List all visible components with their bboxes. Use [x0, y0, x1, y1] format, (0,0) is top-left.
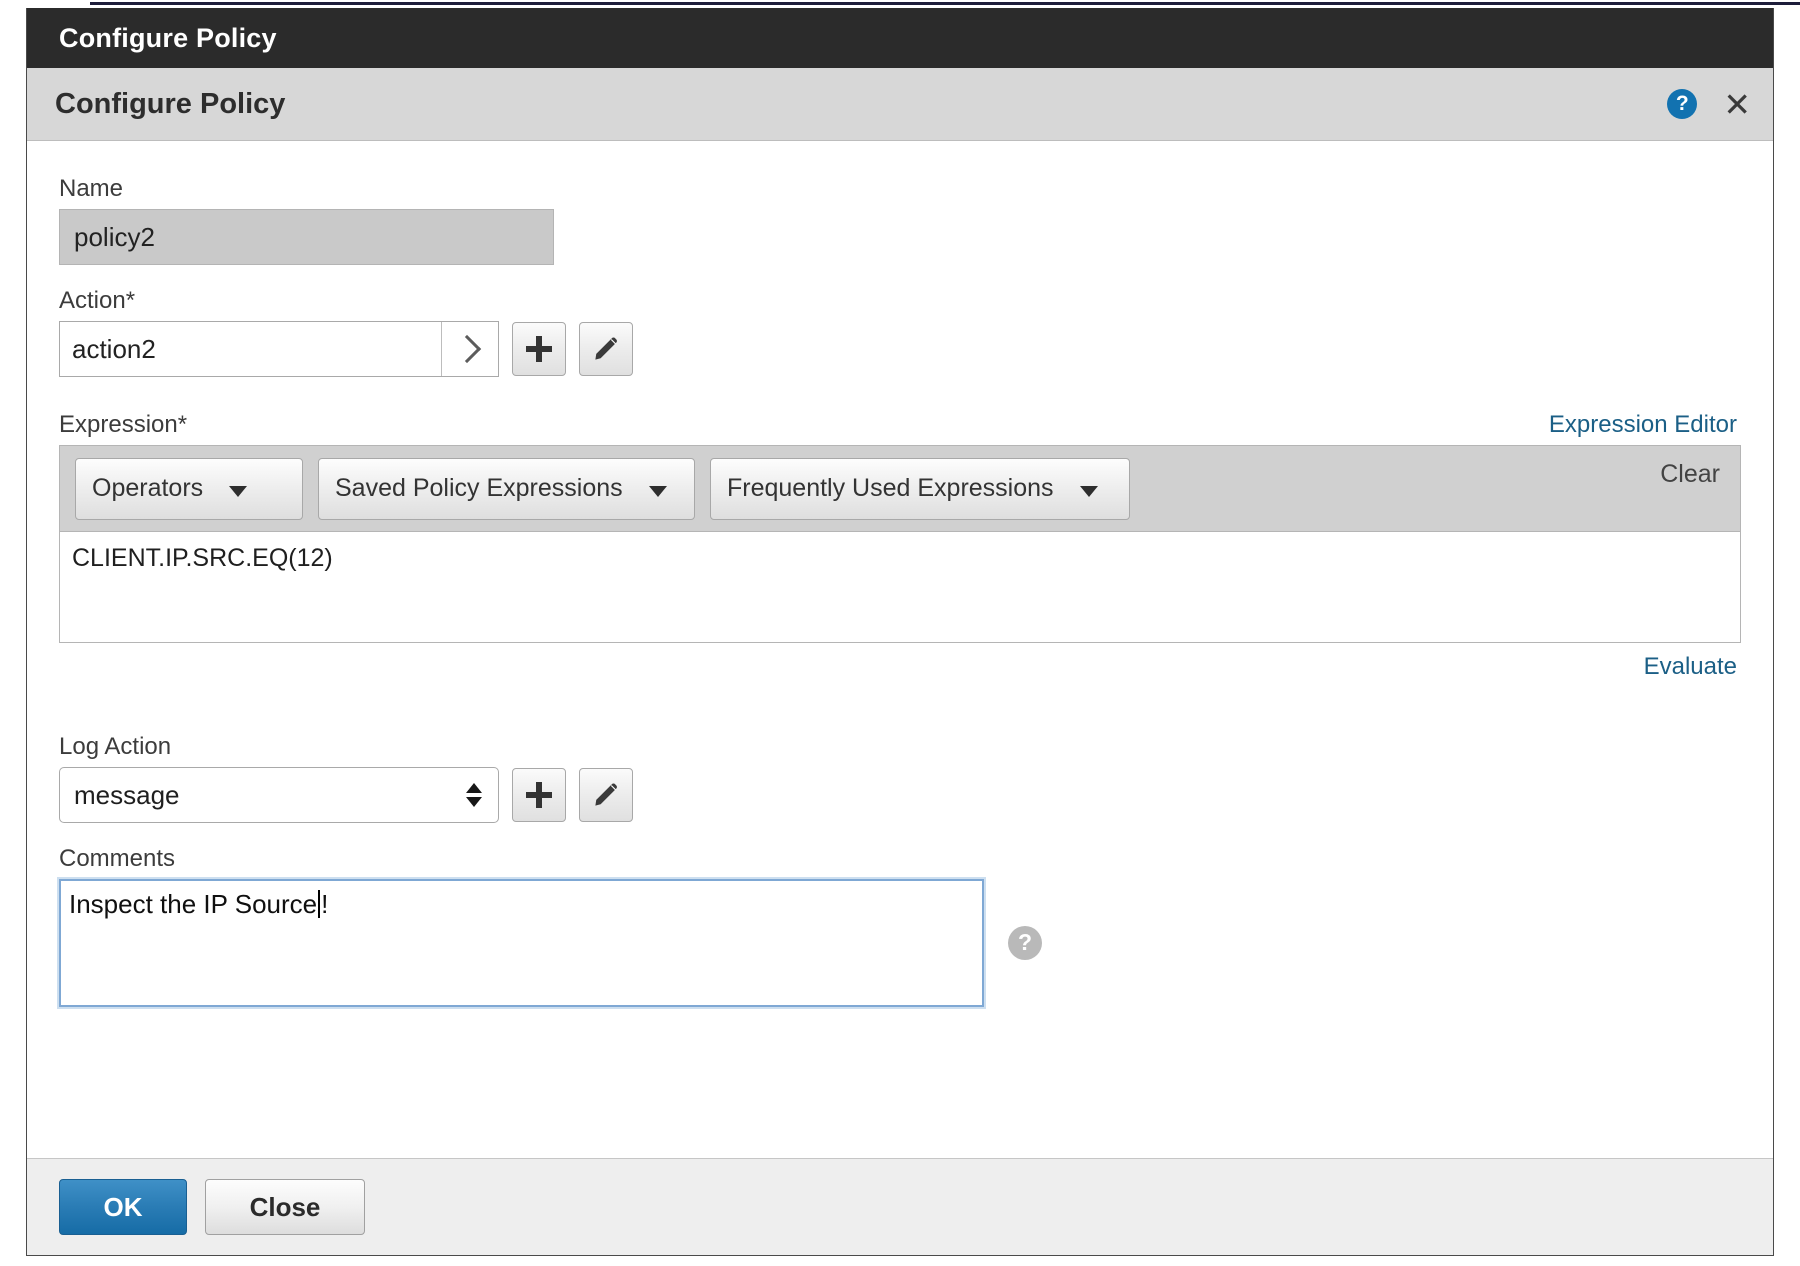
window-title: Configure Policy [59, 22, 277, 53]
clear-expression-link[interactable]: Clear [1660, 460, 1720, 489]
log-action-row: message [59, 767, 1741, 823]
action-field-group: Action* action2 [59, 287, 1741, 377]
expression-toolbar: Operators Saved Policy Expressions Frequ… [59, 445, 1741, 531]
spinner-up-glyph [466, 783, 482, 793]
spinner-updown-icon [466, 783, 482, 807]
plus-icon [526, 336, 552, 362]
dialog-body: Name policy2 Action* action2 Expression*… [27, 141, 1773, 1158]
frequently-used-expressions-dropdown[interactable]: Frequently Used Expressions [710, 457, 1130, 520]
chevron-right-glyph [452, 334, 482, 364]
close-button[interactable]: Close [205, 1179, 365, 1235]
header-actions: ? ✕ [1667, 68, 1751, 140]
configure-policy-dialog: Configure Policy Configure Policy ? ✕ Na… [26, 8, 1774, 1256]
action-label: Action* [59, 287, 136, 314]
frequently-used-expressions-dropdown-label: Frequently Used Expressions [727, 474, 1054, 502]
log-action-field-group: Log Action message [59, 733, 1741, 823]
add-action-button[interactable] [512, 322, 566, 376]
log-action-selected-value: message [74, 779, 180, 810]
comments-help-icon[interactable]: ? [1008, 926, 1042, 960]
comments-value: Inspect the IP Source [69, 889, 318, 919]
chevron-down-icon [648, 486, 667, 497]
edit-log-action-button[interactable] [579, 768, 633, 822]
comments-label: Comments [59, 845, 176, 872]
pencil-icon [595, 783, 617, 806]
text-caret [318, 890, 321, 918]
log-action-select[interactable]: message [59, 767, 499, 823]
help-icon[interactable]: ? [1667, 89, 1698, 119]
comments-row: Inspect the IP Source! ? [59, 879, 1741, 1007]
expression-textarea[interactable]: CLIENT.IP.SRC.EQ(12) [59, 531, 1741, 643]
chevron-right-icon[interactable] [442, 322, 498, 376]
comments-field-group: Comments Inspect the IP Source! ? [59, 845, 1741, 1007]
chevron-down-icon [1079, 486, 1098, 497]
close-icon[interactable]: ✕ [1723, 88, 1751, 121]
name-label: Name [59, 175, 124, 202]
expression-field-group: Expression* Expression Editor Operators … [59, 411, 1741, 681]
plus-icon [526, 782, 552, 808]
saved-policy-expressions-dropdown-label: Saved Policy Expressions [335, 474, 623, 502]
screen: Configure Policy Configure Policy ? ✕ Na… [0, 0, 1800, 1266]
comments-textarea[interactable]: Inspect the IP Source! [59, 879, 984, 1007]
window-top-strip [0, 0, 1800, 8]
evaluate-link[interactable]: Evaluate [1644, 653, 1737, 681]
expression-editor-link[interactable]: Expression Editor [1549, 411, 1741, 439]
edit-action-button[interactable] [579, 322, 633, 376]
chevron-down-icon [229, 486, 248, 497]
evaluate-row: Evaluate [59, 653, 1741, 681]
form-container: Name policy2 Action* action2 Expression*… [59, 175, 1741, 1007]
add-log-action-button[interactable] [512, 768, 566, 822]
page-title: Configure Policy [55, 87, 286, 120]
expression-header-row: Expression* Expression Editor [59, 411, 1741, 439]
expression-label: Expression* [59, 411, 188, 438]
ok-button[interactable]: OK [59, 1179, 187, 1235]
dialog-footer: OK Close [27, 1158, 1773, 1255]
name-input[interactable]: policy2 [59, 209, 554, 265]
action-input[interactable]: action2 [60, 322, 442, 376]
spinner-down-glyph [466, 797, 482, 807]
pencil-icon [595, 337, 617, 360]
window-top-rule [90, 2, 1800, 5]
action-row: action2 [59, 321, 1741, 377]
operators-dropdown[interactable]: Operators [75, 457, 303, 520]
comments-value-tail: ! [321, 889, 329, 919]
name-field-group: Name policy2 [59, 175, 1741, 265]
dialog-header: Configure Policy ? ✕ [27, 68, 1773, 141]
operators-dropdown-label: Operators [92, 474, 204, 502]
dialog-titlebar: Configure Policy [27, 8, 1773, 68]
action-input-wrapper: action2 [59, 321, 499, 377]
log-action-label: Log Action [59, 733, 172, 760]
saved-policy-expressions-dropdown[interactable]: Saved Policy Expressions [318, 457, 695, 520]
